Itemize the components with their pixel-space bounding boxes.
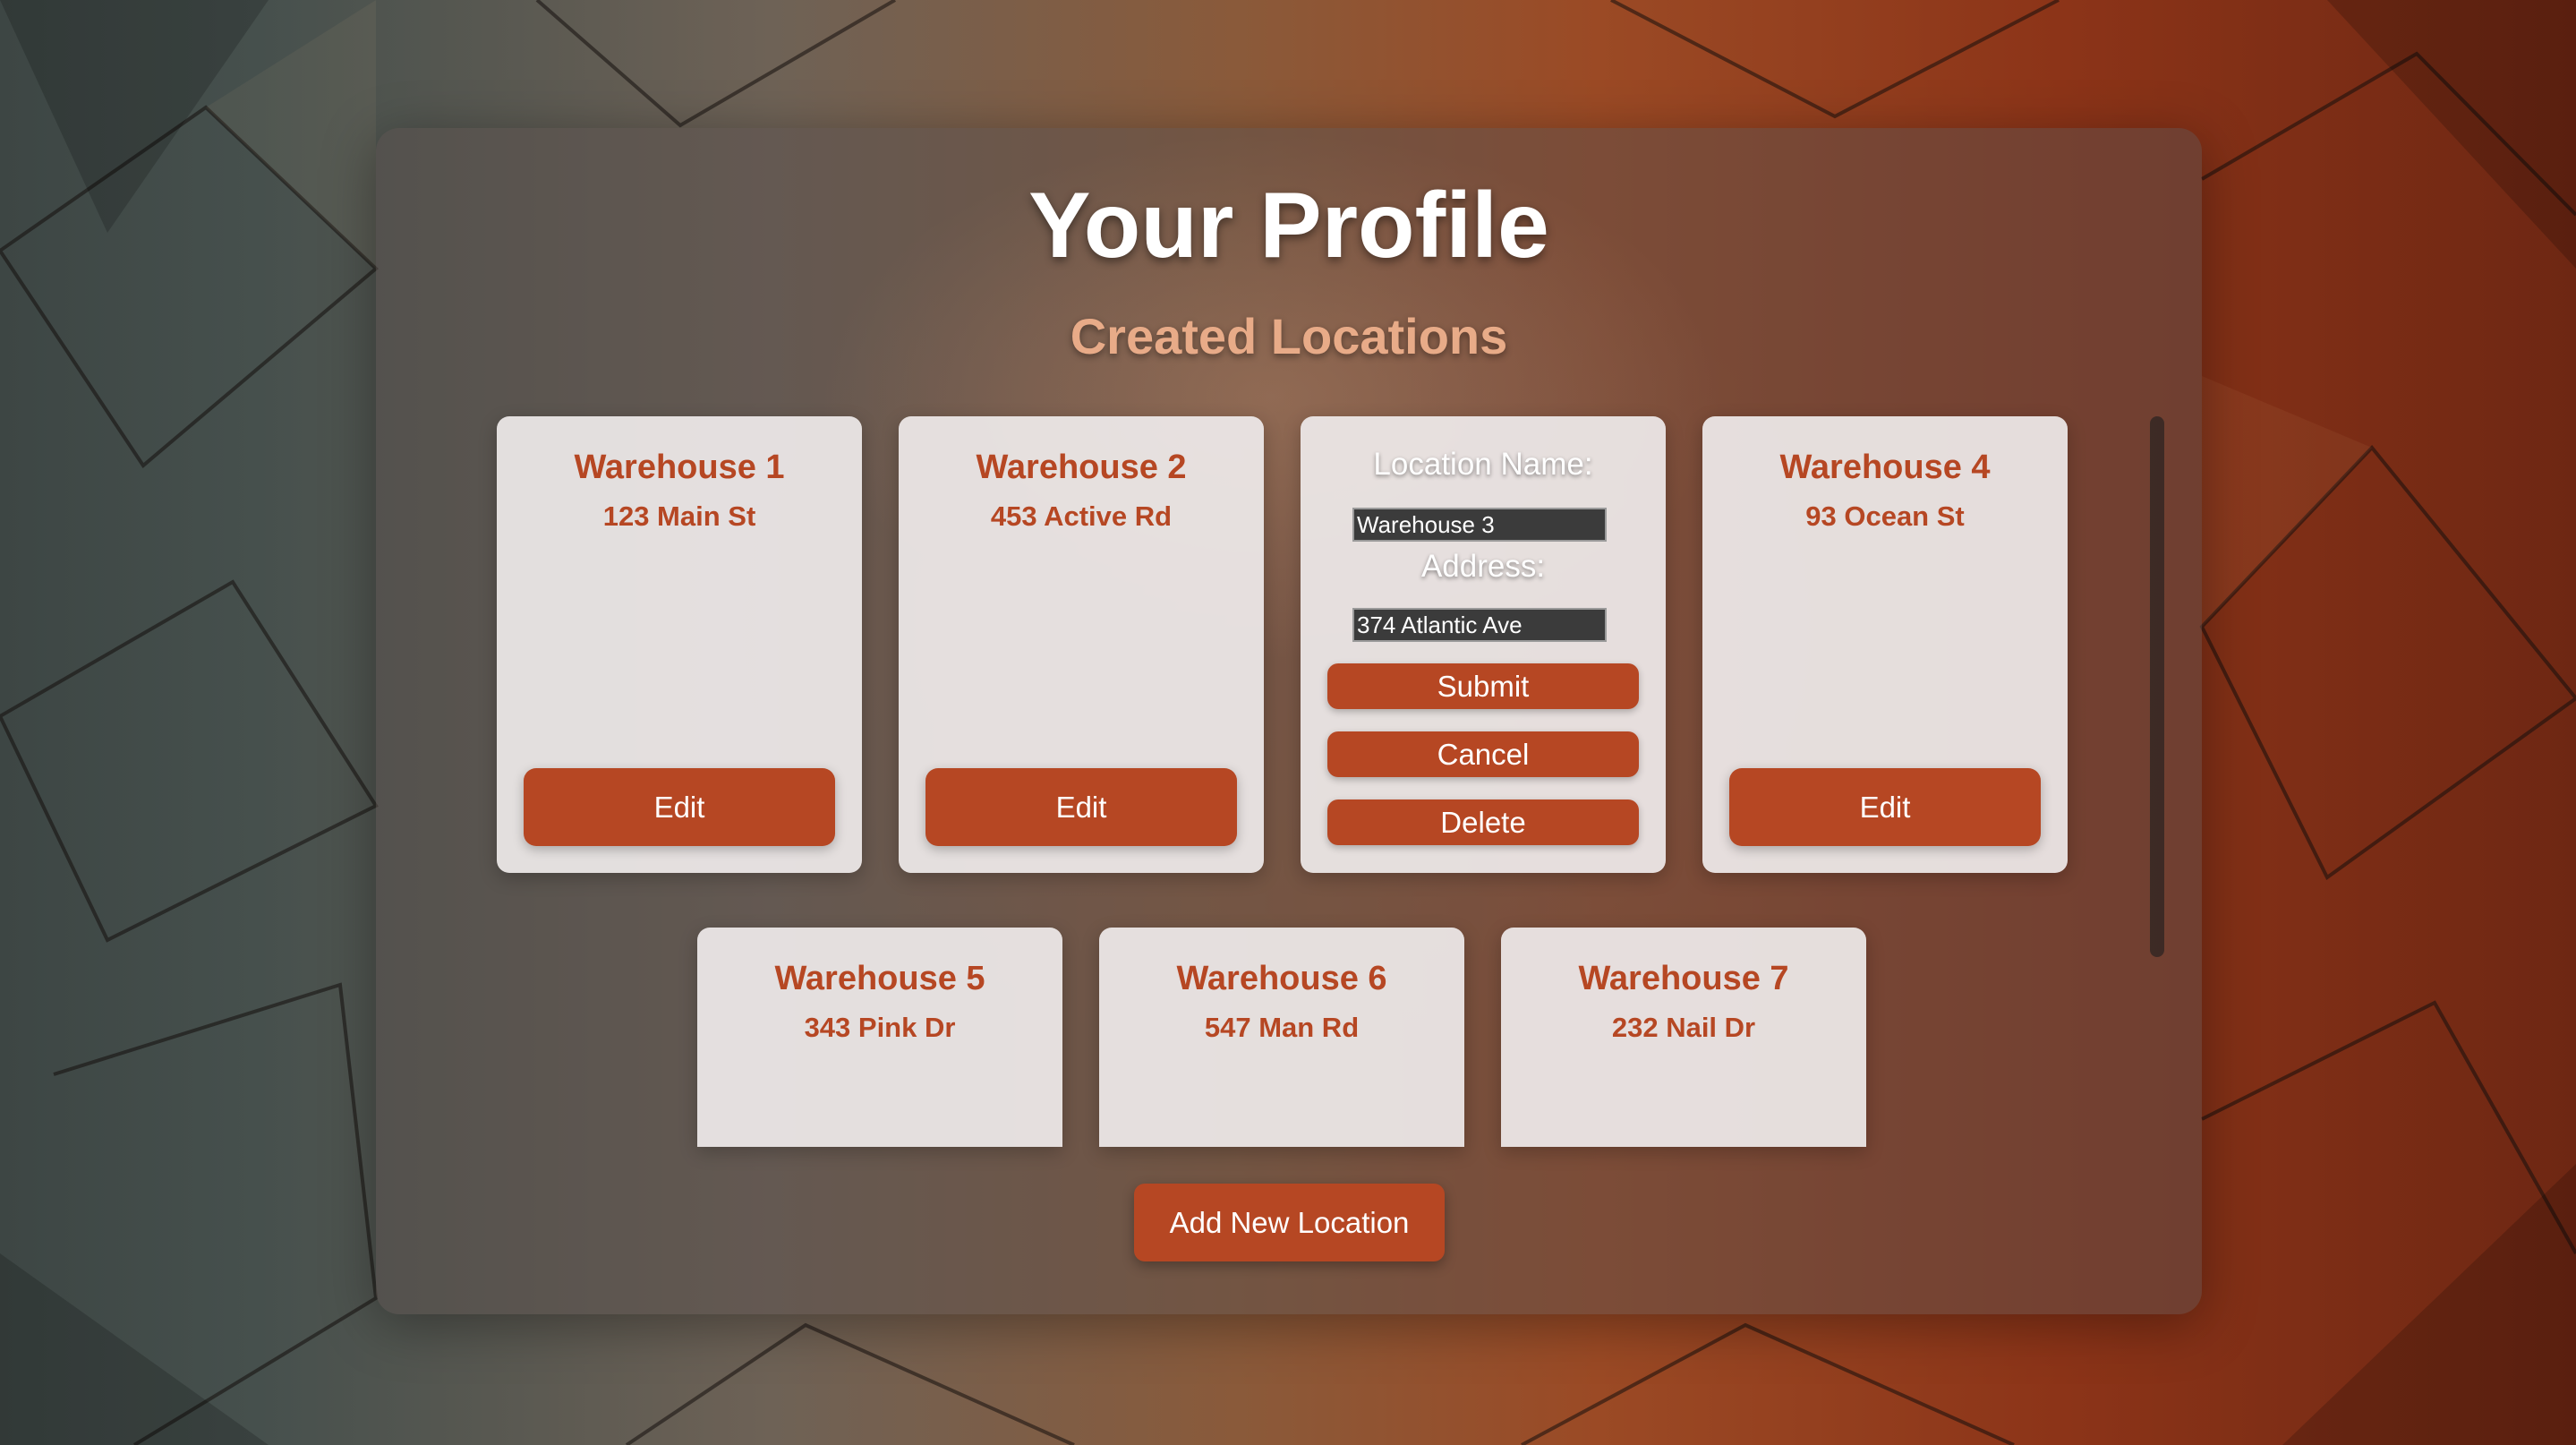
edit-button[interactable]: Edit	[524, 768, 835, 846]
location-address: 232 Nail Dr	[1611, 1012, 1756, 1043]
submit-button[interactable]: Submit	[1327, 663, 1639, 709]
location-address: 93 Ocean St	[1805, 500, 1965, 532]
section-subtitle: Created Locations	[1070, 308, 1508, 364]
location-name-label: Location Name:	[1373, 447, 1593, 482]
add-new-location-button[interactable]: Add New Location	[1134, 1184, 1445, 1261]
location-edit-card: Location Name: Address: Submit Cancel De…	[1301, 416, 1666, 873]
location-name: Warehouse 1	[574, 449, 785, 486]
location-card: Warehouse 1 123 Main St Edit	[497, 416, 862, 873]
address-label: Address:	[1420, 549, 1546, 584]
address-input[interactable]	[1352, 608, 1607, 642]
location-card: Warehouse 7 232 Nail Dr	[1501, 928, 1866, 1147]
location-name: Warehouse 4	[1779, 449, 1991, 486]
location-card: Warehouse 4 93 Ocean St Edit	[1702, 416, 2068, 873]
location-address: 547 Man Rd	[1204, 1012, 1360, 1043]
location-address: 453 Active Rd	[990, 500, 1173, 532]
location-address: 123 Main St	[602, 500, 756, 532]
location-card: Warehouse 6 547 Man Rd	[1099, 928, 1464, 1147]
cancel-button[interactable]: Cancel	[1327, 731, 1639, 777]
page-title: Your Profile	[1028, 174, 1549, 278]
location-card: Warehouse 2 453 Active Rd Edit	[899, 416, 1264, 873]
location-name: Warehouse 7	[1578, 960, 1789, 997]
location-name: Warehouse 5	[774, 960, 985, 997]
location-name: Warehouse 2	[976, 449, 1187, 486]
edit-button[interactable]: Edit	[1729, 768, 2041, 846]
profile-panel: Your Profile Created Locations Warehouse…	[376, 128, 2202, 1314]
delete-button[interactable]: Delete	[1327, 799, 1639, 845]
edit-button[interactable]: Edit	[925, 768, 1237, 846]
location-card: Warehouse 5 343 Pink Dr	[697, 928, 1062, 1147]
location-name-input[interactable]	[1352, 508, 1607, 542]
location-address: 343 Pink Dr	[804, 1012, 956, 1043]
location-name: Warehouse 6	[1176, 960, 1387, 997]
locations-scrollbar[interactable]	[2150, 416, 2164, 957]
